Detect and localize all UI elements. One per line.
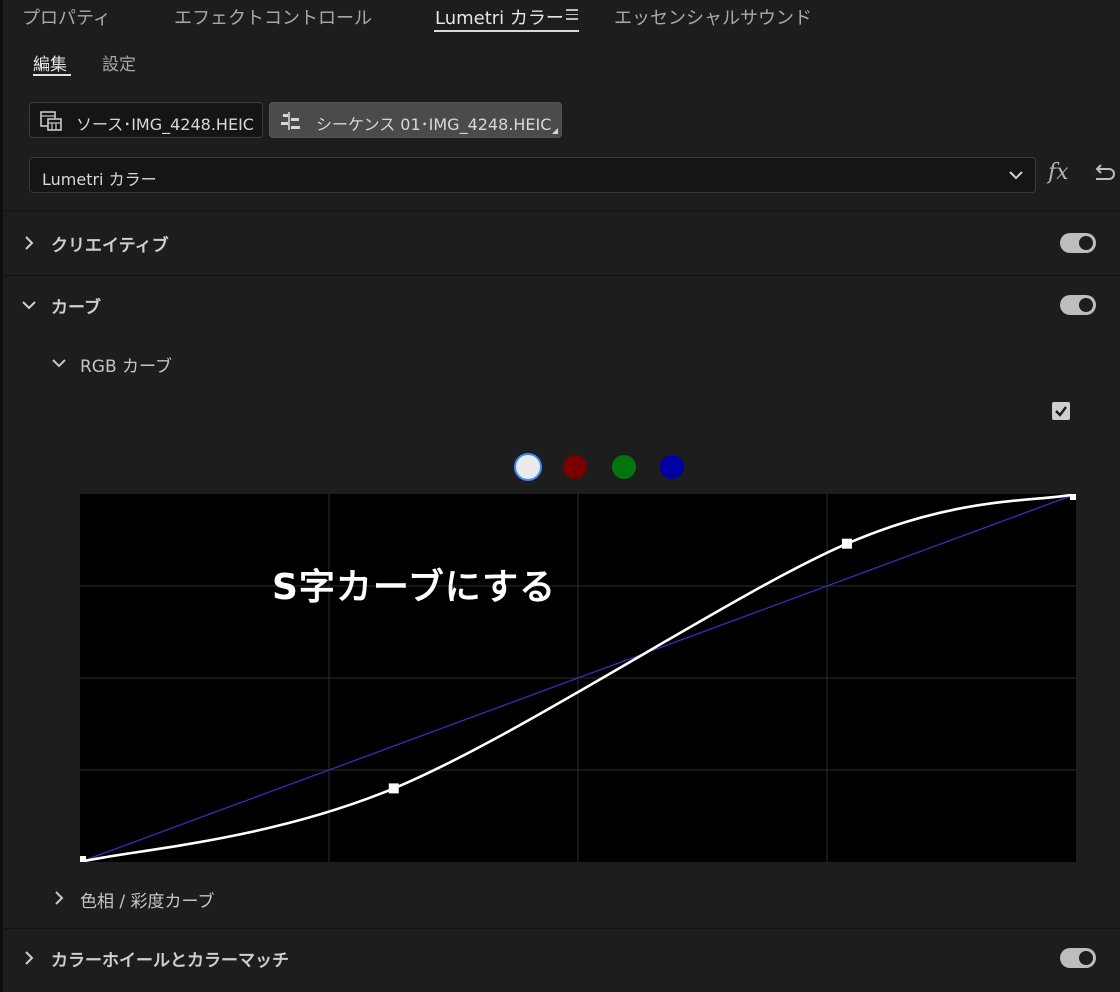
curve-control-point[interactable] bbox=[388, 783, 399, 794]
rgb-curve-title: RGB カーブ bbox=[80, 357, 173, 377]
chevron-right-icon bbox=[25, 236, 34, 250]
hue-sat-curve-title: 色相 / 彩度カーブ bbox=[80, 892, 215, 912]
channel-green-button[interactable] bbox=[612, 455, 636, 479]
check-icon bbox=[1055, 406, 1067, 417]
active-tab-underline bbox=[434, 30, 579, 32]
subtab-edit[interactable]: 編集 bbox=[33, 50, 67, 75]
sequence-clip-label: シーケンス 01･IMG_4248.HEIC bbox=[316, 115, 552, 134]
sequence-clip-button[interactable]: シーケンス 01･IMG_4248.HEIC bbox=[269, 102, 562, 138]
curve-control-point[interactable] bbox=[841, 538, 852, 549]
tab-effect-controls[interactable]: エフェクトコントロール bbox=[174, 4, 372, 30]
tab-lumetri-color[interactable]: Lumetri カラー bbox=[435, 4, 564, 30]
lumetri-color-panel: プロパティ エフェクトコントロール Lumetri カラー エッセンシャルサウン… bbox=[0, 0, 1120, 992]
section-creative[interactable]: クリエイティブ bbox=[3, 214, 1120, 272]
rgb-curve-checkbox[interactable] bbox=[1052, 402, 1070, 420]
creative-enable-toggle[interactable] bbox=[1060, 233, 1096, 253]
curves-enable-toggle[interactable] bbox=[1060, 295, 1096, 315]
annotation-text: S字カーブにする bbox=[272, 567, 557, 608]
section-curves-title: カーブ bbox=[51, 298, 101, 318]
channel-blue-button[interactable] bbox=[660, 455, 684, 479]
dropdown-corner-icon bbox=[552, 128, 558, 134]
panel-edge bbox=[0, 0, 3, 992]
channel-luma-button[interactable] bbox=[514, 453, 542, 481]
source-clip-button[interactable]: ソース･IMG_4248.HEIC bbox=[29, 102, 263, 138]
effect-select-value: Lumetri カラー bbox=[42, 170, 157, 189]
section-curves[interactable]: カーブ bbox=[3, 276, 1120, 334]
chevron-down-icon bbox=[1009, 171, 1023, 180]
chevron-down-icon bbox=[22, 301, 36, 310]
channel-red-button[interactable] bbox=[563, 455, 587, 479]
sequence-icon bbox=[281, 112, 300, 130]
tab-essential-sound[interactable]: エッセンシャルサウンド bbox=[614, 4, 812, 30]
section-color-wheels-title: カラーホイールとカラーマッチ bbox=[51, 951, 289, 971]
rgb-curve-editor[interactable] bbox=[80, 494, 1076, 862]
subtab-settings[interactable]: 設定 bbox=[102, 50, 136, 75]
source-clip-label: ソース･IMG_4248.HEIC bbox=[76, 115, 254, 134]
panel-tab-bar: プロパティ エフェクトコントロール Lumetri カラー エッセンシャルサウン… bbox=[0, 0, 1120, 34]
fx-toggle-icon[interactable]: fx bbox=[1048, 160, 1069, 185]
subtab-underline bbox=[33, 74, 71, 76]
curve-control-point[interactable] bbox=[1070, 494, 1076, 500]
source-clip-icon bbox=[40, 111, 62, 131]
chevron-right-icon bbox=[25, 951, 34, 965]
color-wheels-enable-toggle[interactable] bbox=[1060, 948, 1096, 968]
section-color-wheels[interactable]: カラーホイールとカラーマッチ bbox=[3, 929, 1120, 987]
divider bbox=[3, 210, 1120, 211]
chevron-down-icon bbox=[52, 359, 66, 368]
curve-graph[interactable] bbox=[80, 494, 1076, 862]
section-creative-title: クリエイティブ bbox=[51, 236, 169, 256]
effect-select[interactable]: Lumetri カラー bbox=[29, 157, 1036, 193]
tab-properties[interactable]: プロパティ bbox=[22, 4, 111, 30]
curve-control-point[interactable] bbox=[80, 856, 86, 862]
reset-icon[interactable] bbox=[1090, 162, 1116, 186]
chevron-right-icon bbox=[55, 891, 64, 905]
panel-menu-icon[interactable] bbox=[566, 9, 578, 21]
